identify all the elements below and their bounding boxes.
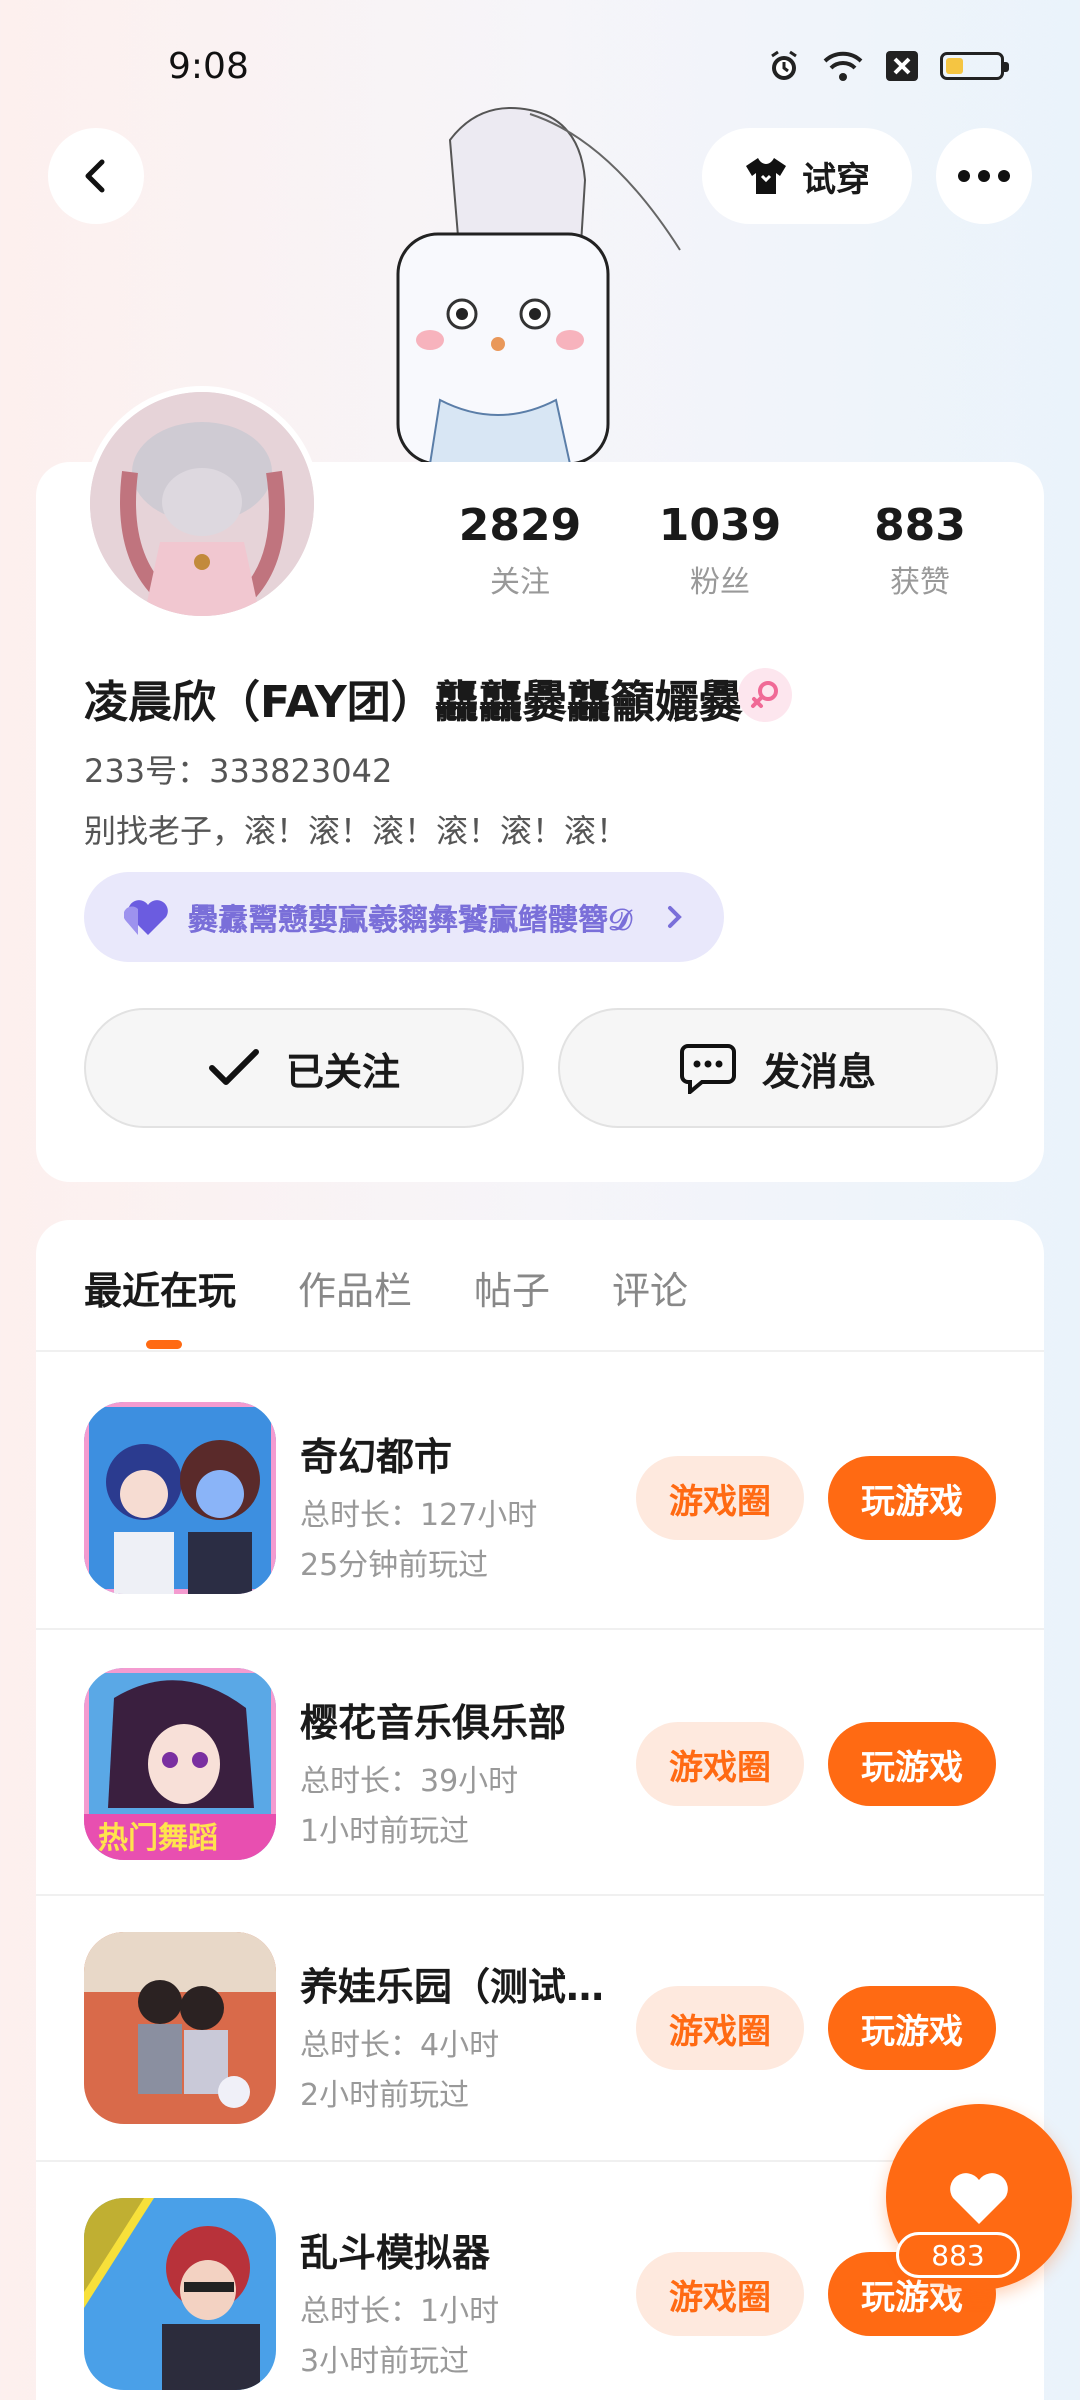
divider	[36, 1350, 1044, 1352]
game-cover-image	[84, 1932, 276, 2124]
game-name: 养娃乐园（测试…	[300, 1965, 605, 2009]
tab-indicator	[146, 1340, 182, 1349]
stat-value: 883	[874, 500, 966, 551]
avatar-image	[90, 392, 314, 616]
heart-icon	[124, 900, 168, 935]
message-button[interactable]: 发消息	[558, 1008, 998, 1128]
tab-posts[interactable]: 帖子	[474, 1260, 550, 1315]
stat-label: 关注	[490, 564, 550, 600]
divider	[36, 1894, 1044, 1896]
tab-comments[interactable]: 评论	[612, 1260, 688, 1315]
play-game-button[interactable]: 玩游戏	[828, 1722, 996, 1806]
check-icon	[208, 1049, 259, 1085]
game-cover-image: 热门舞蹈	[84, 1668, 276, 1860]
back-button[interactable]	[48, 128, 144, 224]
profile-tabs: 最近在玩 作品栏 帖子 评论	[84, 1260, 688, 1315]
follow-label: 已关注	[285, 1049, 400, 1094]
tab-recent-play[interactable]: 最近在玩	[84, 1260, 236, 1315]
battery-icon	[940, 52, 1009, 80]
game-total-time: 总时长：1小时	[300, 2294, 500, 2329]
game-circle-button[interactable]: 游戏圈	[636, 1722, 804, 1806]
game-cover-image	[84, 1402, 276, 1594]
try-on-label: 试穿	[802, 159, 870, 200]
stat-likes[interactable]: 883 获赞	[820, 500, 1020, 601]
like-count-badge: 883	[896, 2232, 1020, 2278]
stat-value: 2829	[458, 500, 582, 551]
try-on-button[interactable]: 试穿	[702, 128, 912, 224]
tshirt-icon	[746, 158, 786, 194]
bio: 别找老子，滚！滚！滚！滚！滚！滚！	[84, 812, 629, 850]
status-time: 9:08	[168, 46, 249, 87]
more-dots-icon	[958, 170, 1010, 182]
stat-value: 1039	[658, 500, 782, 551]
wifi-icon	[823, 51, 863, 81]
stat-label: 获赞	[890, 564, 950, 600]
game-last-played: 3小时前玩过	[300, 2344, 470, 2379]
stat-label: 粉丝	[690, 564, 750, 600]
game-total-time: 总时长：4小时	[300, 2028, 500, 2063]
female-icon	[751, 681, 778, 708]
game-circle-button[interactable]: 游戏圈	[636, 2252, 804, 2336]
play-game-button[interactable]: 玩游戏	[828, 1986, 996, 2070]
game-last-played: 1小时前玩过	[300, 1814, 470, 1849]
gender-badge	[738, 668, 792, 722]
message-label: 发消息	[761, 1049, 876, 1094]
alarm-icon	[771, 50, 797, 80]
game-cover-image	[84, 2198, 276, 2390]
svg-text:热门舞蹈: 热门舞蹈	[98, 1821, 218, 1856]
no-sim-icon	[886, 51, 918, 81]
game-icon	[84, 1402, 276, 1594]
user-id: 233号：333823042	[84, 752, 393, 790]
divider	[36, 1628, 1044, 1630]
game-total-time: 总时长：127小时	[300, 1498, 538, 1533]
game-icon	[84, 1932, 276, 2124]
game-name: 奇幻都市	[300, 1435, 453, 1479]
follow-button[interactable]: 已关注	[84, 1008, 524, 1128]
more-button[interactable]	[936, 128, 1032, 224]
game-circle-button[interactable]: 游戏圈	[636, 1986, 804, 2070]
nickname: 凌晨欣（FAY团）龘龘爨龘籲孋爨	[84, 677, 743, 728]
avatar[interactable]	[84, 386, 320, 622]
game-last-played: 2小时前玩过	[300, 2078, 470, 2113]
tag-text: 爨纛鬻戆蘡鸁羲黐彝饕鸁鳍髏簪𝒟	[188, 903, 632, 938]
chevron-right-icon	[668, 906, 682, 928]
heart-icon	[950, 2173, 1008, 2224]
tab-works[interactable]: 作品栏	[298, 1260, 412, 1315]
stat-fans[interactable]: 1039 粉丝	[620, 500, 820, 601]
game-name: 乱斗模拟器	[300, 2231, 491, 2275]
game-icon	[84, 2198, 276, 2390]
banner-character-image	[396, 107, 681, 464]
game-name: 樱花音乐俱乐部	[300, 1701, 567, 1745]
game-icon: 热门舞蹈	[84, 1668, 276, 1860]
chat-bubble-icon	[679, 1044, 736, 1094]
game-circle-button[interactable]: 游戏圈	[636, 1456, 804, 1540]
play-game-button[interactable]: 玩游戏	[828, 1456, 996, 1540]
profile-stats: 2829 关注 1039 粉丝 883 获赞	[420, 500, 1020, 601]
game-last-played: 25分钟前玩过	[300, 1548, 489, 1583]
game-total-time: 总时长：39小时	[300, 1764, 519, 1799]
status-icons	[766, 48, 1009, 84]
title-tag[interactable]: 爨纛鬻戆蘡鸁羲黐彝饕鸁鳍髏簪𝒟	[84, 872, 724, 962]
chevron-left-icon	[85, 159, 105, 193]
stat-following[interactable]: 2829 关注	[420, 500, 620, 601]
